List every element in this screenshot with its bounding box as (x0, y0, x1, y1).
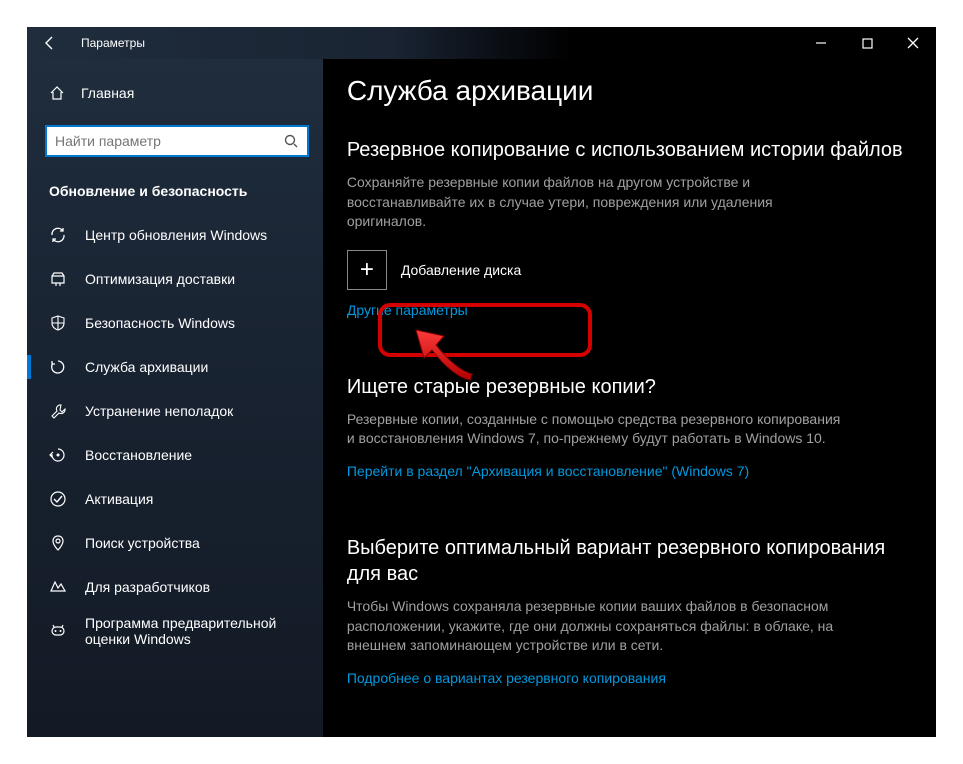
sidebar-item-label: Восстановление (85, 447, 192, 463)
maximize-button[interactable] (844, 27, 890, 59)
section-file-history: Резервное копирование с использованием и… (347, 137, 912, 346)
sidebar-item-label: Устранение неполадок (85, 403, 233, 419)
add-drive-label: Добавление диска (401, 262, 521, 278)
minimize-icon (815, 37, 827, 49)
sidebar-item-troubleshoot[interactable]: Устранение неполадок (27, 389, 323, 433)
find-device-icon (49, 534, 67, 552)
arrow-left-icon (42, 35, 58, 51)
section-heading: Выберите оптимальный вариант резервного … (347, 535, 912, 587)
section-description: Чтобы Windows сохраняла резервные копии … (347, 597, 847, 656)
sidebar-item-find-device[interactable]: Поиск устройства (27, 521, 323, 565)
more-options-link[interactable]: Другие параметры (347, 302, 468, 318)
maximize-icon (862, 38, 873, 49)
sidebar-item-label: Активация (85, 491, 153, 507)
activation-icon (49, 490, 67, 508)
recovery-icon (49, 446, 67, 464)
sidebar-home-label: Главная (81, 85, 134, 101)
search-icon (283, 133, 299, 149)
sidebar-item-activation[interactable]: Активация (27, 477, 323, 521)
content-area: Служба архивации Резервное копирование с… (323, 59, 936, 737)
sidebar-item-label: Безопасность Windows (85, 315, 235, 331)
sidebar-item-delivery-optimization[interactable]: Оптимизация доставки (27, 257, 323, 301)
search-input[interactable] (55, 133, 283, 149)
shield-icon (49, 314, 67, 332)
sidebar-nav: Центр обновления Windows Оптимизация дос… (27, 213, 323, 653)
window-title: Параметры (73, 36, 145, 50)
delivery-icon (49, 270, 67, 288)
page-title: Служба архивации (347, 75, 912, 107)
section-heading: Резервное копирование с использованием и… (347, 137, 912, 163)
sidebar-item-insider[interactable]: Программа предварительной оценки Windows (27, 609, 323, 653)
sidebar-item-developers[interactable]: Для разработчиков (27, 565, 323, 609)
sidebar-item-backup[interactable]: Служба архивации (27, 345, 323, 389)
sidebar: Главная Обновление и безопасность Центр … (27, 59, 323, 737)
section-description: Резервные копии, созданные с помощью сре… (347, 410, 847, 449)
sync-icon (49, 226, 67, 244)
sidebar-item-label: Программа предварительной оценки Windows (85, 615, 323, 647)
sidebar-category: Обновление и безопасность (49, 183, 323, 199)
titlebar: Параметры (27, 27, 936, 59)
sidebar-item-windows-update[interactable]: Центр обновления Windows (27, 213, 323, 257)
sidebar-home[interactable]: Главная (27, 73, 323, 113)
search-box[interactable] (45, 125, 309, 157)
home-icon (49, 85, 65, 101)
dev-icon (49, 578, 67, 596)
sidebar-item-label: Центр обновления Windows (85, 227, 267, 243)
section-old-backups: Ищете старые резервные копии? Резервные … (347, 374, 912, 507)
close-icon (907, 37, 919, 49)
section-heading: Ищете старые резервные копии? (347, 374, 912, 400)
settings-window: Параметры Главная (27, 27, 936, 737)
sidebar-item-label: Поиск устройства (85, 535, 200, 551)
minimize-button[interactable] (798, 27, 844, 59)
close-button[interactable] (890, 27, 936, 59)
backup-restore-win7-link[interactable]: Перейти в раздел "Архивация и восстановл… (347, 463, 749, 479)
section-best-option: Выберите оптимальный вариант резервного … (347, 535, 912, 714)
learn-more-link[interactable]: Подробнее о вариантах резервного копиров… (347, 670, 666, 686)
sidebar-item-label: Для разработчиков (85, 579, 210, 595)
plus-icon: + (347, 250, 387, 290)
troubleshoot-icon (49, 402, 67, 420)
sidebar-item-recovery[interactable]: Восстановление (27, 433, 323, 477)
add-drive-button[interactable]: + Добавление диска (347, 246, 912, 294)
sidebar-item-label: Оптимизация доставки (85, 271, 235, 287)
insider-icon (49, 622, 67, 640)
back-button[interactable] (27, 27, 73, 59)
section-description: Сохраняйте резервные копии файлов на дру… (347, 173, 847, 232)
sidebar-item-label: Служба архивации (85, 359, 208, 375)
backup-icon (49, 358, 67, 376)
sidebar-item-windows-security[interactable]: Безопасность Windows (27, 301, 323, 345)
